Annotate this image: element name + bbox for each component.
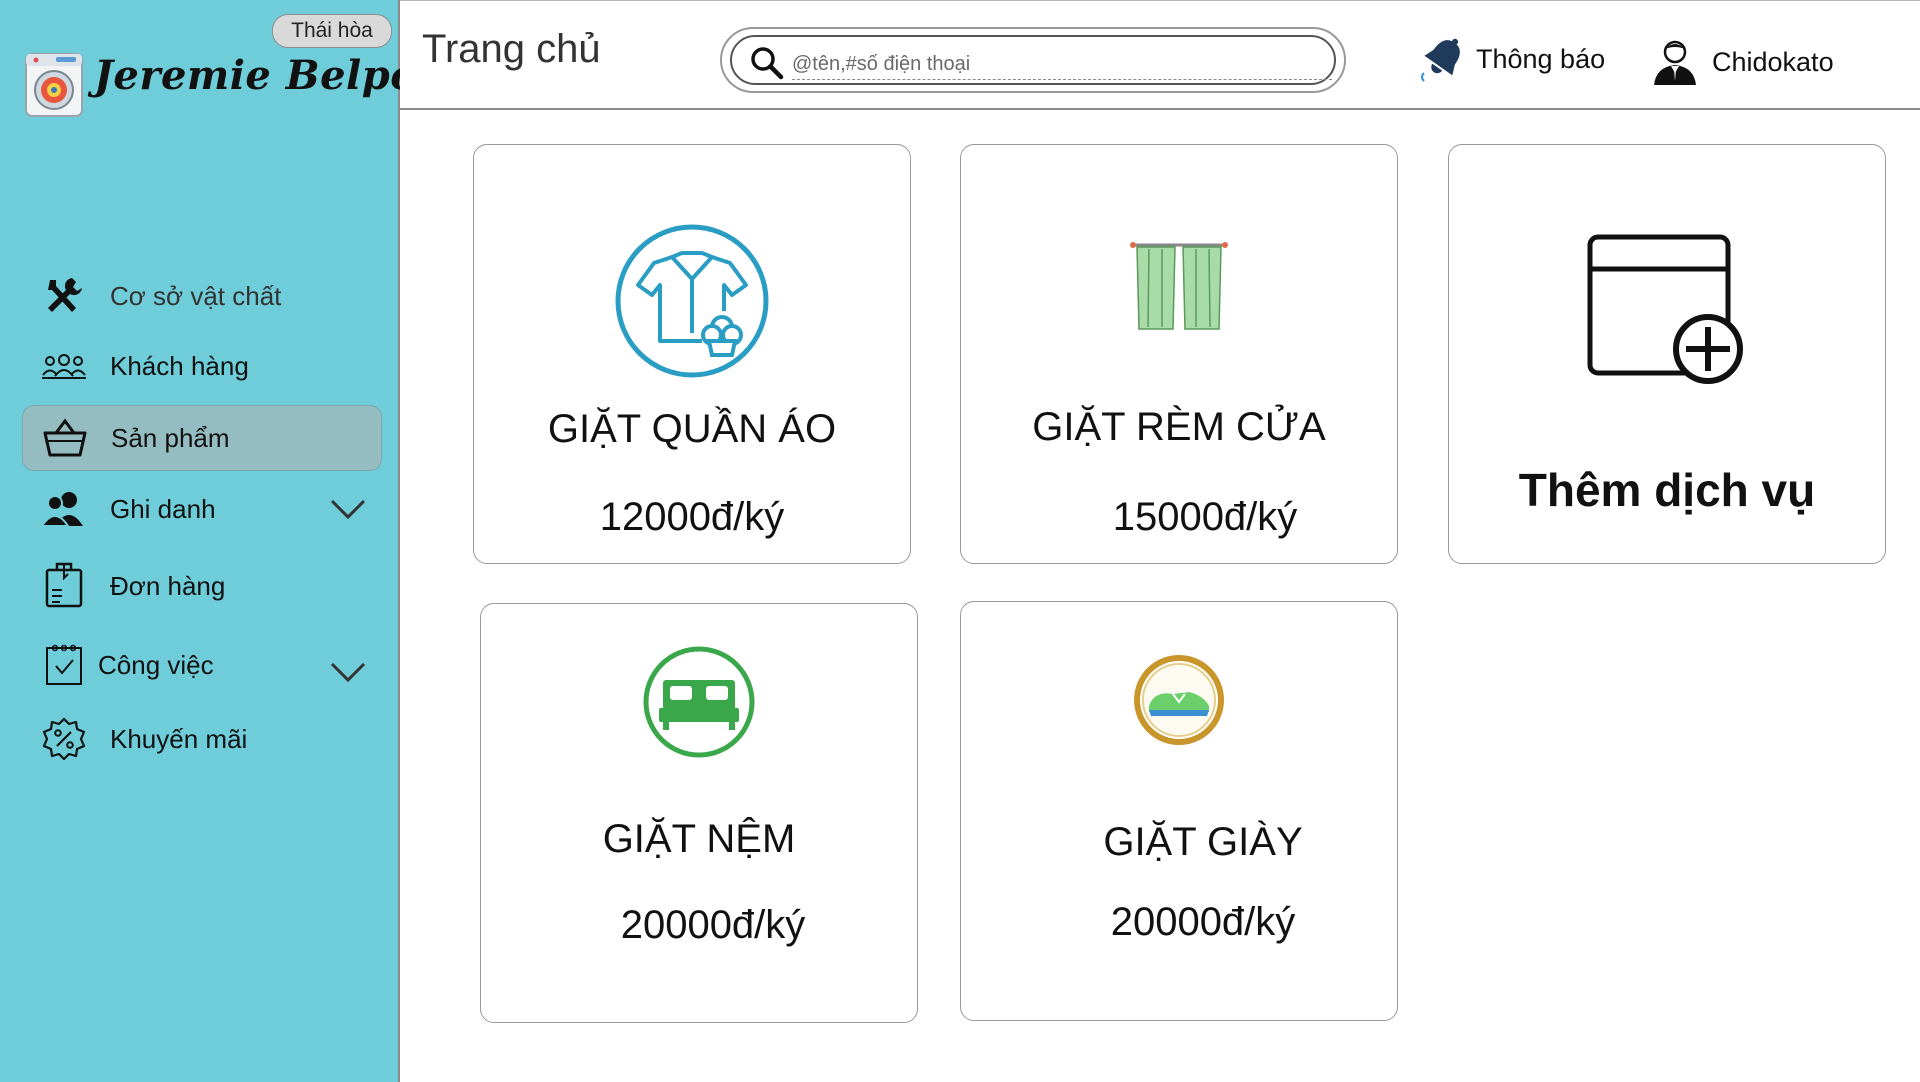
sidebar-item-facilities[interactable]: Cơ sở vật chất (22, 263, 382, 329)
order-icon (40, 562, 88, 610)
service-card[interactable]: GIẶT NỆM 20000đ/ký (480, 603, 918, 1023)
service-price: 15000đ/ký (1112, 495, 1298, 539)
add-service-label: Thêm dịch vụ (1518, 464, 1816, 516)
search-icon[interactable] (750, 46, 784, 80)
basket-icon (41, 414, 89, 462)
tools-icon (40, 272, 88, 320)
notification-button[interactable]: Thông báo (1418, 33, 1605, 85)
curtain-icon (1130, 242, 1228, 330)
user-name: Chidokato (1712, 46, 1834, 77)
chevron-down-icon[interactable] (328, 495, 368, 523)
bell-icon (1421, 38, 1460, 82)
brand-name: Jeremie Belpois (94, 52, 457, 99)
service-price: 20000đ/ký (620, 903, 806, 947)
sidebar-item-promotions[interactable]: Khuyến mãi (22, 706, 382, 772)
sidebar-item-label: Cơ sở vật chất (110, 280, 282, 311)
sidebar-item-orders[interactable]: Đơn hàng (22, 553, 382, 619)
sidebar: Thái hòa Jeremie Belpois Cơ sở vật chất (0, 0, 457, 1082)
sidebar-item-tasks[interactable]: Công việc (22, 632, 382, 698)
branch-badge[interactable]: Thái hòa (272, 14, 392, 48)
discount-icon (40, 715, 88, 763)
sidebar-item-label: Đơn hàng (110, 570, 226, 601)
search-bar[interactable] (720, 27, 1346, 93)
search-input[interactable] (792, 49, 1332, 80)
customers-icon (40, 342, 88, 390)
service-card[interactable]: GIẶT QUẦN ÁO 12000đ/ký (473, 144, 911, 564)
service-card[interactable]: GIẶT GIÀY 20000đ/ký (960, 601, 1398, 1021)
service-price: 12000đ/ký (599, 495, 785, 539)
header: Trang chủ Thông báo Ch (400, 0, 1920, 110)
shoe-icon (1134, 655, 1224, 745)
service-name: GIẶT NỆM (602, 817, 796, 861)
sidebar-item-customers[interactable]: Khách hàng (22, 333, 382, 399)
sidebar-item-enrollment[interactable]: Ghi danh (22, 476, 382, 542)
page-title: Trang chủ (422, 27, 601, 71)
service-name: GIẶT RÈM CỬA (1032, 405, 1326, 449)
calendar-check-icon (40, 641, 88, 689)
users-icon (40, 485, 88, 533)
chevron-down-icon[interactable] (328, 658, 368, 686)
user-menu[interactable]: Chidokato (1650, 37, 1834, 87)
sidebar-item-label: Sản phẩm (111, 422, 230, 453)
sidebar-item-label: Ghi danh (110, 493, 216, 524)
washing-machine-logo-icon (25, 53, 83, 117)
service-name: GIẶT QUẦN ÁO (547, 407, 837, 451)
sidebar-item-products[interactable]: Sản phẩm (22, 405, 382, 471)
bed-icon (643, 646, 755, 758)
service-price: 20000đ/ký (1110, 900, 1296, 944)
notification-label: Thông báo (1476, 43, 1606, 74)
sidebar-item-label: Khuyến mãi (110, 723, 248, 754)
user-avatar-icon (1654, 40, 1696, 85)
sidebar-item-label: Khách hàng (110, 350, 249, 381)
shirt-wash-icon (615, 224, 769, 378)
sidebar-item-label: Công việc (98, 649, 214, 680)
add-window-icon (1587, 234, 1743, 384)
service-name: GIẶT GIÀY (1103, 820, 1303, 864)
add-service-card[interactable]: Thêm dịch vụ (1448, 144, 1886, 564)
service-card[interactable]: GIẶT RÈM CỬA 15000đ/ký (960, 144, 1398, 564)
